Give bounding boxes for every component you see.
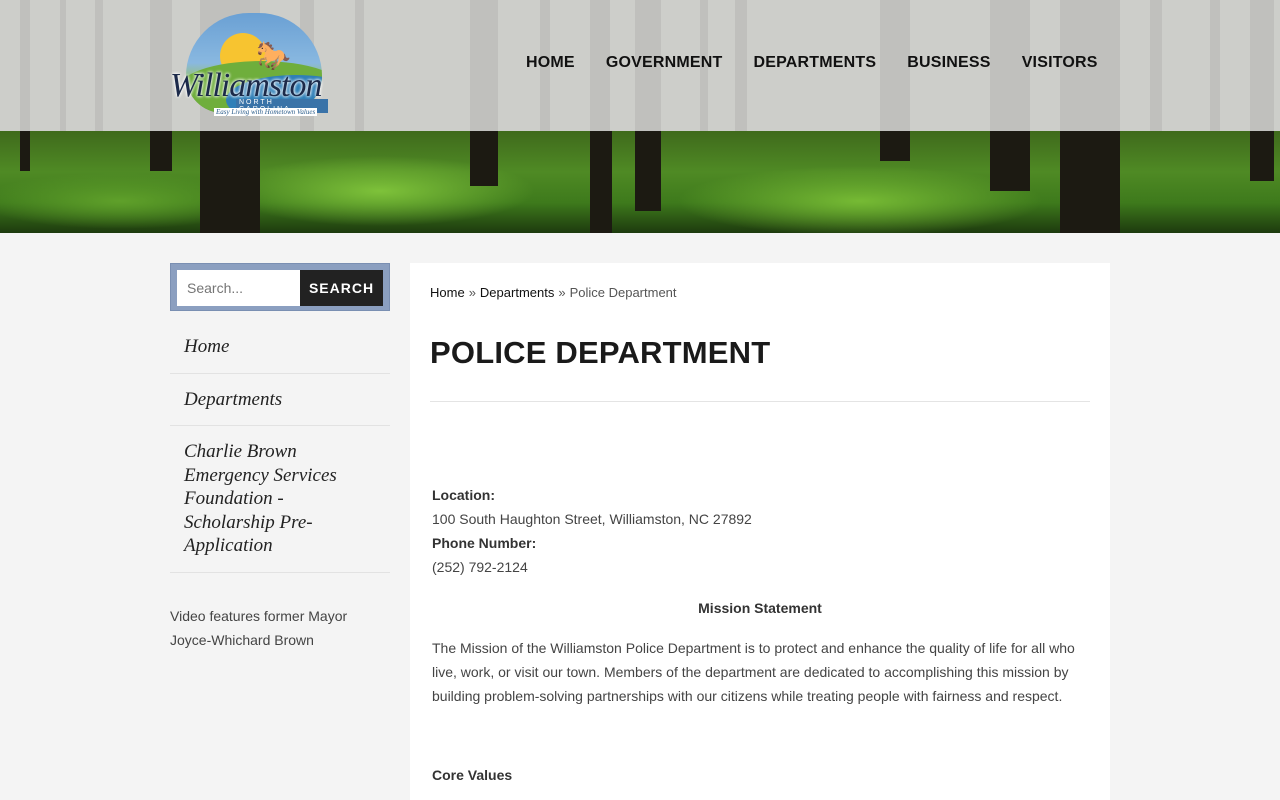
sidebar-video-note: Video features former Mayor Joyce-Whicha… [170, 607, 348, 648]
sidebar: SEARCH Home Departments Charlie Brown Em… [170, 263, 390, 652]
breadcrumb: Home» Departments» Police Department [430, 283, 1090, 303]
main-navigation: HOME GOVERNMENT DEPARTMENTS BUSINESS VIS… [526, 54, 1129, 72]
main-content: Home» Departments» Police Department POLIC… [410, 263, 1110, 800]
search-form: SEARCH [170, 263, 390, 311]
site-logo[interactable]: 🐎 Williamston NORTH CAROLINA Easy Living… [170, 13, 328, 121]
sidebar-item-home: Home [170, 321, 390, 374]
breadcrumb-home[interactable]: Home [430, 285, 465, 300]
search-input[interactable] [177, 270, 300, 306]
logo-tagline: Easy Living with Hometown Values [214, 108, 318, 116]
sidebar-item-scholarship: Charlie Brown Emergency Services Foundat… [170, 426, 390, 573]
location-label: Location: [432, 487, 495, 503]
contact-info: Location: 100 South Haughton Street, Wil… [430, 483, 1090, 579]
breadcrumb-departments[interactable]: Departments [480, 285, 554, 300]
nav-departments[interactable]: DEPARTMENTS [753, 54, 876, 72]
breadcrumb-separator: » [558, 285, 566, 300]
mission-heading: Mission Statement [698, 600, 822, 616]
core-values-heading: Core Values [432, 767, 513, 783]
sidebar-menu: Home Departments Charlie Brown Emergency… [170, 321, 390, 573]
search-button[interactable]: SEARCH [300, 270, 383, 306]
sidebar-link-scholarship[interactable]: Charlie Brown Emergency Services Foundat… [184, 440, 376, 558]
nav-government[interactable]: GOVERNMENT [606, 54, 723, 72]
location-value: 100 South Haughton Street, Williamston, … [432, 511, 752, 527]
title-divider [430, 401, 1090, 402]
breadcrumb-separator: » [468, 285, 476, 300]
breadcrumb-current: Police Department [569, 285, 677, 300]
tree-trunks [20, 131, 1274, 233]
phone-value: (252) 792-2124 [432, 559, 528, 575]
phone-label: Phone Number: [432, 535, 537, 551]
sidebar-link-home[interactable]: Home [184, 335, 376, 359]
page-title: POLICE DEPARTMENT [430, 335, 771, 370]
nav-visitors[interactable]: VISITORS [1022, 54, 1098, 72]
nav-business[interactable]: BUSINESS [907, 54, 990, 72]
mission-text: The Mission of the Williamston Police De… [432, 640, 1075, 704]
sidebar-link-departments[interactable]: Departments [184, 388, 376, 412]
sidebar-item-departments: Departments [170, 374, 390, 426]
header-banner: 🐎 Williamston NORTH CAROLINA Easy Living… [0, 0, 1280, 233]
nav-home[interactable]: HOME [526, 54, 575, 72]
